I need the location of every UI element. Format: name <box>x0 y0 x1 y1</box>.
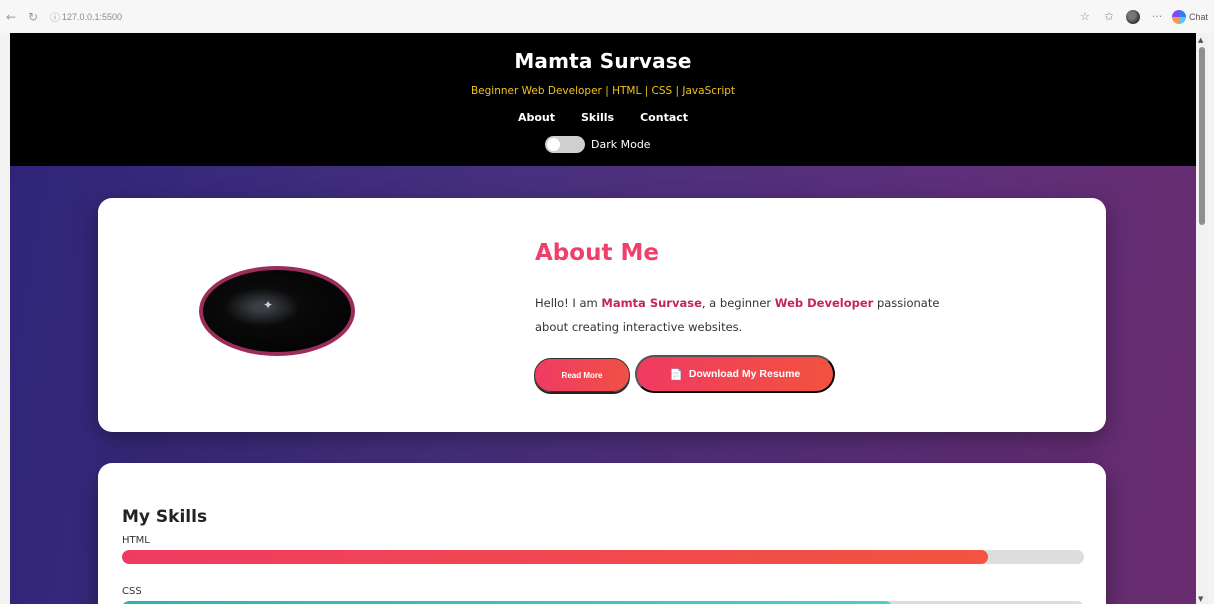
star-icon[interactable]: ☆ <box>1076 8 1094 26</box>
nav-link-contact[interactable]: Contact <box>640 111 688 124</box>
copilot-icon <box>1171 9 1186 24</box>
info-icon[interactable]: ⓘ <box>48 10 62 24</box>
more-icon[interactable]: ··· <box>1148 8 1166 26</box>
download-resume-label: Download My Resume <box>688 368 801 380</box>
nav-link-about[interactable]: About <box>518 111 555 124</box>
address-bar[interactable]: ⓘ 127.0.0.1:5500 <box>48 10 123 25</box>
favorites-icon[interactable]: ✩ <box>1100 8 1118 26</box>
chat-label: Chat <box>1188 11 1208 22</box>
site-nav: About Skills Contact <box>10 111 1196 124</box>
skill-bar-fill <box>122 550 988 564</box>
scroll-down-icon[interactable]: ▼ <box>1198 595 1203 603</box>
about-text-prefix: Hello! I am <box>535 296 602 310</box>
profile-icon[interactable] <box>1124 8 1142 26</box>
read-more-button[interactable]: Read More <box>534 358 630 392</box>
address-text: 127.0.0.1:5500 <box>62 11 123 22</box>
copilot-chat-button[interactable]: Chat <box>1171 9 1208 24</box>
about-card: ✦ About Me Hello! I am Mamta Survase, a … <box>98 198 1106 432</box>
site-header: Mamta Survase Beginner Web Developer | H… <box>10 33 1196 166</box>
nav-link-skills[interactable]: Skills <box>581 111 614 124</box>
back-icon[interactable]: ← <box>0 6 22 28</box>
refresh-icon[interactable]: ↻ <box>22 6 44 28</box>
toggle-knob <box>547 138 560 151</box>
page-viewport: Mamta Survase Beginner Web Developer | H… <box>10 33 1196 604</box>
profile-photo: ✦ <box>199 266 355 356</box>
site-title: Mamta Survase <box>514 49 692 73</box>
dark-mode-toggle[interactable]: Dark Mode <box>545 136 651 153</box>
download-resume-button[interactable]: 📄 Download My Resume <box>635 355 835 393</box>
skill-label-html: HTML <box>122 535 150 546</box>
scroll-thumb[interactable] <box>1199 47 1205 225</box>
page-scrollbar[interactable]: ▲ ▼ <box>1196 33 1208 604</box>
about-title: About Me <box>535 240 659 266</box>
scroll-up-icon[interactable]: ▲ <box>1198 36 1203 44</box>
photo-glint: ✦ <box>263 298 274 312</box>
skills-card: My Skills HTML CSS <box>98 463 1106 604</box>
about-text: Hello! I am Mamta Survase, a beginner We… <box>535 291 955 339</box>
about-text-mid: , a beginner <box>701 296 775 310</box>
about-name: Mamta Survase <box>601 296 702 310</box>
dark-mode-label: Dark Mode <box>591 138 651 151</box>
about-role: Web Developer <box>774 296 874 310</box>
document-icon: 📄 <box>669 368 683 381</box>
site-subtitle: Beginner Web Developer | HTML | CSS | Ja… <box>470 85 736 97</box>
skills-title: My Skills <box>122 507 208 527</box>
toggle-switch[interactable] <box>545 136 585 153</box>
browser-toolbar: ← ↻ ⓘ 127.0.0.1:5500 ☆ ✩ ··· Chat <box>0 0 1214 33</box>
skill-bar-html <box>122 550 1084 564</box>
skill-label-css: CSS <box>122 586 142 597</box>
